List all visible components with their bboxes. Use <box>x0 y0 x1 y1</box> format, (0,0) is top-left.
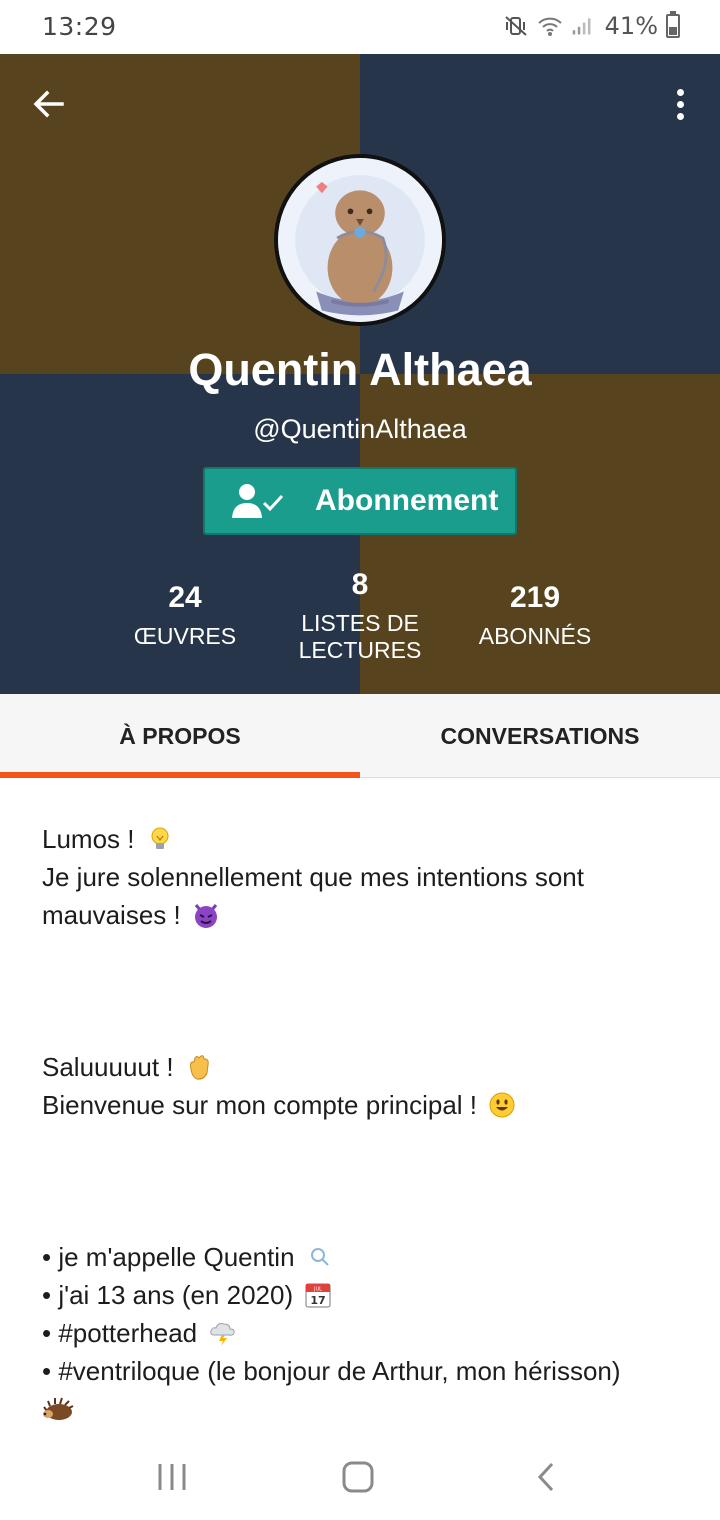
smiley-face-icon <box>488 1091 516 1119</box>
about-text: • j'ai 13 ans (en 2020) <box>42 1280 294 1310</box>
about-text: • #potterhead <box>42 1318 198 1348</box>
smiling-devil-icon <box>192 901 220 929</box>
about-line: Lumos ! <box>42 820 682 858</box>
calendar-day: 17 <box>311 1294 326 1307</box>
profile-header: Quentin Althaea @QuentinAlthaea Abonneme… <box>0 54 720 694</box>
about-line: Je jure solennellement que mes intention… <box>42 858 682 934</box>
stat-followers-value: 219 <box>509 581 561 614</box>
about-bullet: • j'ai 13 ans (en 2020) JUL 17 <box>42 1276 682 1314</box>
back-arrow-icon[interactable] <box>28 84 68 124</box>
status-bar: 13:29 41% <box>0 0 720 54</box>
home-icon[interactable] <box>338 1460 378 1494</box>
tab-conversations[interactable]: CONVERSATIONS <box>360 694 720 777</box>
about-line: Saluuuuut ! <box>42 1048 682 1086</box>
battery-icon <box>666 11 680 38</box>
about-text: Je jure solennellement que mes intention… <box>42 862 584 930</box>
system-nav-bar <box>0 1430 720 1520</box>
stat-reading-lists-value: 8 <box>351 568 369 601</box>
stat-works-value: 24 <box>168 581 202 614</box>
profile-handle: @QuentinAlthaea <box>253 414 467 444</box>
about-bullet: • #potterhead <box>42 1314 682 1352</box>
light-bulb-icon <box>146 825 174 853</box>
status-icons: 41% <box>503 11 680 40</box>
profile-name: Quentin Althaea <box>188 344 532 395</box>
stat-followers-label: ABONNÉS <box>478 623 592 649</box>
avatar[interactable] <box>274 154 446 326</box>
about-section: Lumos ! Je jure solennellement que mes i… <box>42 820 682 1428</box>
about-line <box>42 1390 682 1428</box>
about-bullet: • je m'appelle Quentin <box>42 1238 682 1276</box>
about-text: Bienvenue sur mon compte principal ! <box>42 1090 478 1120</box>
about-text: • je m'appelle Quentin <box>42 1242 295 1272</box>
back-icon[interactable] <box>526 1460 566 1494</box>
magnifier-icon <box>306 1243 334 1271</box>
recent-apps-icon[interactable] <box>152 1460 192 1494</box>
about-bullet: • #ventriloque (le bonjour de Arthur, mo… <box>42 1352 682 1390</box>
calendar-month: JUL <box>313 1287 322 1293</box>
signal-icon <box>571 14 597 38</box>
stat-followers[interactable]: 219 ABONNÉS <box>460 581 610 650</box>
calendar-icon: JUL 17 <box>304 1281 332 1309</box>
stat-reading-lists-label: LISTES DE LECTURES <box>280 610 440 664</box>
tab-about[interactable]: À PROPOS <box>0 694 360 778</box>
about-line: Bienvenue sur mon compte principal ! <box>42 1086 682 1124</box>
user-check-icon <box>231 483 285 519</box>
battery-fill <box>669 26 677 35</box>
about-text: Saluuuuut ! <box>42 1052 174 1082</box>
battery-percent: 41% <box>604 12 658 40</box>
profile-tabs: À PROPOS CONVERSATIONS <box>0 694 720 778</box>
more-options-icon[interactable] <box>670 84 690 124</box>
hedgehog-icon <box>42 1395 74 1423</box>
mute-vibrate-icon <box>503 14 529 38</box>
follow-button-label: Abonnement <box>315 484 499 517</box>
stat-reading-lists[interactable]: 8 LISTES DE LECTURES <box>280 568 440 664</box>
stat-reading-lists-label-line2: LECTURES <box>298 637 422 663</box>
about-text: • #ventriloque (le bonjour de Arthur, mo… <box>42 1356 621 1386</box>
about-text: Lumos ! <box>42 824 135 854</box>
stat-works-label: ŒUVRES <box>133 623 237 649</box>
wifi-icon <box>537 14 563 38</box>
waving-hand-icon <box>185 1053 213 1081</box>
stat-works[interactable]: 24 ŒUVRES <box>110 581 260 650</box>
follow-button[interactable]: Abonnement <box>203 467 517 535</box>
stat-reading-lists-label-line1: LISTES DE <box>301 610 419 636</box>
cloud-lightning-icon <box>208 1319 236 1347</box>
status-time: 13:29 <box>42 12 117 41</box>
